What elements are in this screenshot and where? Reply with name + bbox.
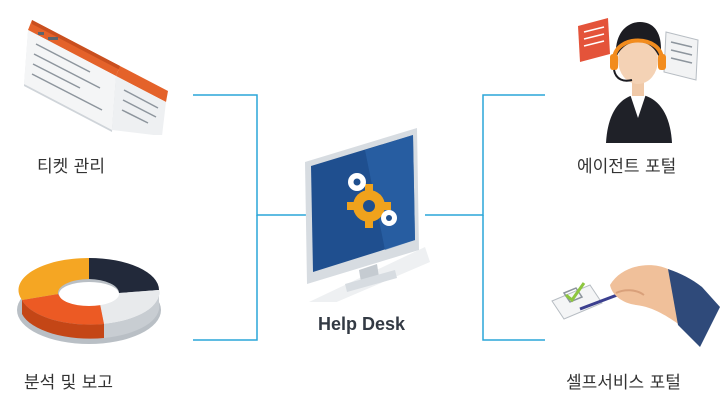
connector-self-service (482, 215, 545, 341)
report-label: 분석 및 보고 (24, 373, 114, 393)
connector-agent (425, 94, 545, 216)
ticket-icon (24, 20, 168, 135)
connector-report (193, 215, 258, 341)
monitor-gears-icon (305, 128, 430, 302)
ticket-label: 티켓 관리 (37, 157, 105, 177)
agent-headset-icon (578, 18, 699, 143)
checklist-hand-icon (551, 265, 720, 347)
donut-chart-icon (17, 257, 161, 344)
connector-ticket (193, 94, 313, 216)
help-desk-diagram: 티켓 관리 분석 및 보고 Help Desk 에이전트 포털 셀프서비스 포털 (0, 0, 721, 394)
center-label: Help Desk (318, 314, 406, 334)
agent-label: 에이전트 포털 (577, 157, 677, 177)
self-service-label: 셀프서비스 포털 (566, 373, 681, 393)
